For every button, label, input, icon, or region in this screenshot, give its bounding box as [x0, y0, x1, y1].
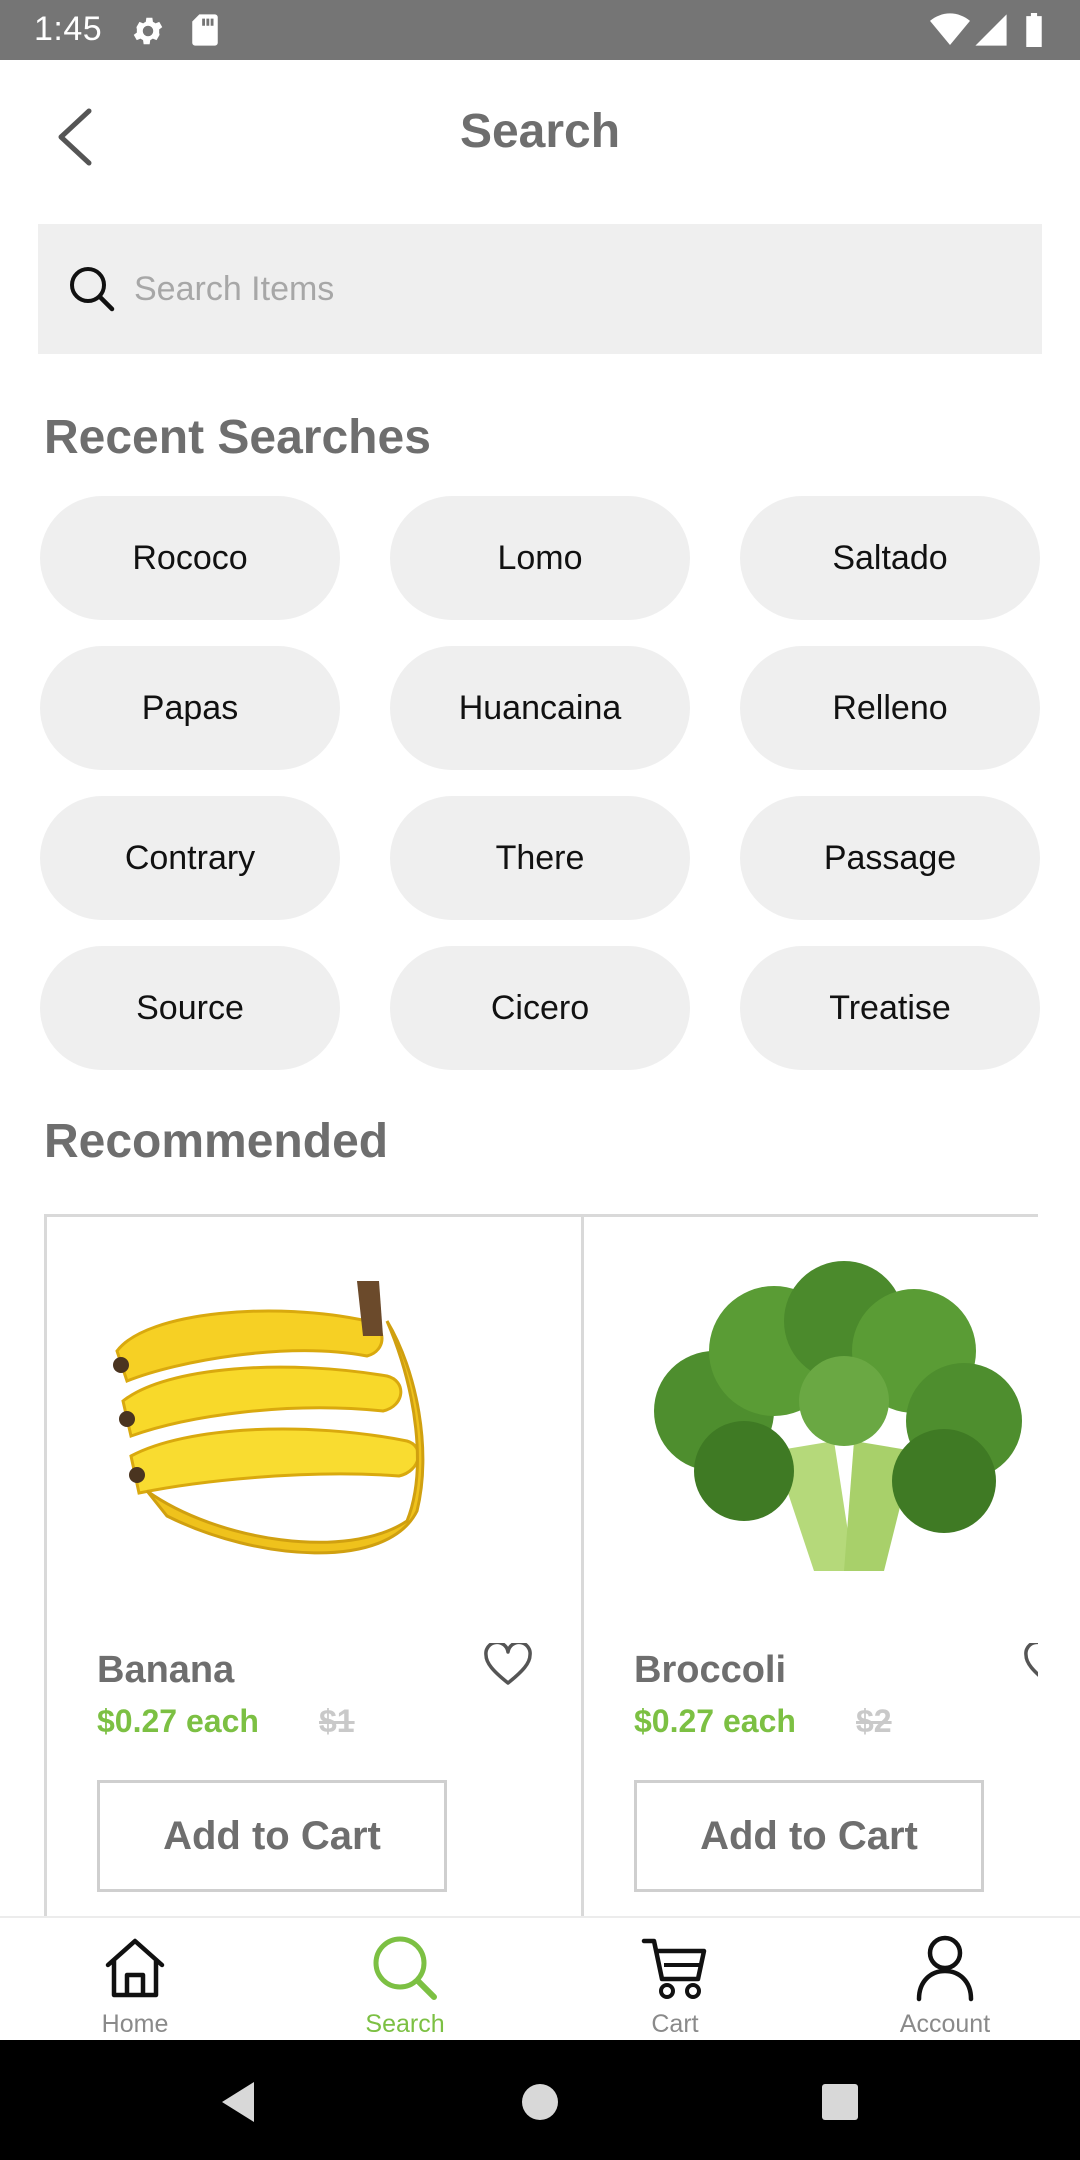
sd-card-icon — [190, 13, 220, 52]
recent-search-chip[interactable]: Papas — [40, 646, 340, 770]
recent-search-chip[interactable]: Rococo — [40, 496, 340, 620]
account-icon — [909, 1932, 981, 2004]
header: Search — [0, 60, 1080, 210]
system-navigation-bar — [0, 2040, 1080, 2160]
search-icon — [64, 261, 120, 317]
page-title: Search — [459, 105, 621, 158]
recent-search-chip[interactable]: There — [390, 796, 690, 920]
cart-icon — [639, 1932, 711, 2004]
search-input[interactable] — [134, 269, 994, 309]
product-card-broccoli[interactable]: Broccoli $0.27 each $2 Add to Cart — [584, 1214, 1038, 1918]
recent-search-chip[interactable]: Relleno — [740, 646, 1040, 770]
product-old-price: $1 — [319, 1703, 355, 1739]
recent-search-chip[interactable]: Saltado — [740, 496, 1040, 620]
recommended-title: Recommended — [44, 1115, 389, 1168]
status-bar: 1:45 — [0, 0, 1080, 60]
recent-search-chip[interactable]: Huancaina — [390, 646, 690, 770]
nav-account[interactable]: Account — [810, 1918, 1080, 2040]
recent-search-chip[interactable]: Source — [40, 946, 340, 1070]
status-time: 1:45 — [34, 10, 103, 48]
bottom-navigation: Home Search Cart Account — [0, 1916, 1080, 2040]
nav-home[interactable]: Home — [0, 1918, 270, 2040]
settings-icon — [130, 13, 166, 54]
home-icon — [99, 1932, 171, 2004]
nav-label: Home — [101, 2010, 169, 2038]
nav-label: Search — [365, 2010, 445, 2038]
add-to-cart-button[interactable]: Add to Cart — [634, 1780, 984, 1892]
wifi-icon — [930, 13, 970, 52]
add-to-cart-button[interactable]: Add to Cart — [97, 1780, 447, 1892]
system-home-icon[interactable] — [518, 2080, 562, 2124]
heart-icon[interactable] — [483, 1640, 533, 1687]
product-name: Broccoli — [634, 1649, 787, 1691]
product-price: $0.27 each — [634, 1703, 796, 1739]
system-recents-icon[interactable] — [818, 2080, 862, 2124]
nav-label: Cart — [651, 2010, 699, 2038]
product-price: $0.27 each — [97, 1703, 259, 1739]
signal-icon — [974, 13, 1008, 52]
product-name: Banana — [97, 1649, 235, 1691]
broccoli-image — [654, 1261, 1022, 1571]
recent-search-chip[interactable]: Lomo — [390, 496, 690, 620]
system-back-icon[interactable] — [216, 2080, 260, 2124]
search-bar[interactable] — [38, 224, 1042, 354]
battery-icon — [1024, 13, 1044, 52]
recent-searches-list: Rococo Lomo Saltado Papas Huancaina Rell… — [40, 496, 1040, 1070]
heart-icon[interactable] — [1023, 1640, 1038, 1687]
search-icon — [369, 1932, 441, 2004]
nav-label: Account — [899, 2010, 991, 2038]
banana-image — [113, 1281, 425, 1555]
recent-search-chip[interactable]: Cicero — [390, 946, 690, 1070]
product-old-price: $2 — [856, 1703, 892, 1739]
recent-search-chip[interactable]: Contrary — [40, 796, 340, 920]
recent-search-chip[interactable]: Passage — [740, 796, 1040, 920]
product-card-banana[interactable]: Banana $0.27 each $1 Add to Cart — [44, 1214, 584, 1918]
recommended-carousel[interactable]: Banana $0.27 each $1 Add to Cart Broccol… — [44, 1214, 1038, 1918]
nav-search[interactable]: Search — [270, 1918, 540, 2040]
recent-searches-title: Recent Searches — [44, 411, 431, 464]
nav-cart[interactable]: Cart — [540, 1918, 810, 2040]
recent-search-chip[interactable]: Treatise — [740, 946, 1040, 1070]
